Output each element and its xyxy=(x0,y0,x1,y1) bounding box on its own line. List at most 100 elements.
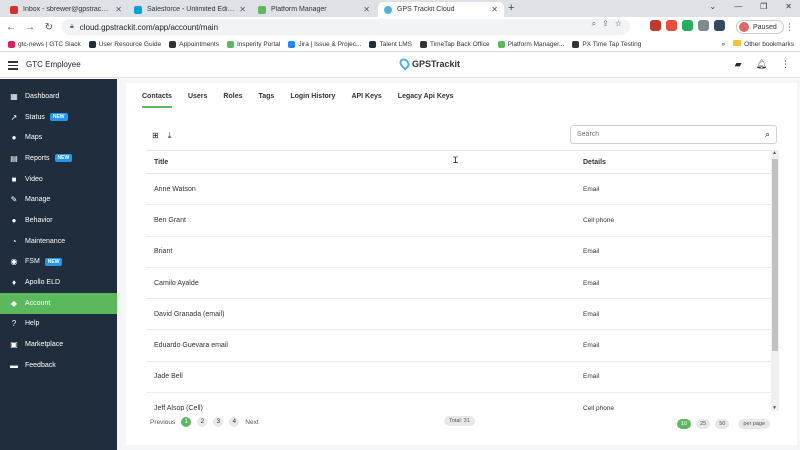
chevron-right-icon[interactable]: » xyxy=(722,41,726,48)
feedback-icon: ▬ xyxy=(10,360,18,370)
browser-tab-salesforce[interactable]: Salesforce - Unlimited Edition ✕ xyxy=(128,2,252,17)
scrollbar-thumb[interactable] xyxy=(772,159,778,351)
close-icon[interactable]: ✕ xyxy=(491,5,498,14)
sidebar-item-label: Manage xyxy=(25,196,51,204)
bookmark-item[interactable]: Appointments xyxy=(169,40,219,48)
sidebar-item-marketplace[interactable]: ▣ Marketplace xyxy=(0,334,117,355)
search-icon[interactable]: ⌕ xyxy=(592,19,596,29)
sidebar-item-behavior[interactable]: ● Behavior xyxy=(0,210,117,231)
bookmark-item[interactable]: Insperity Portal xyxy=(226,40,280,48)
page-button[interactable]: 4 xyxy=(229,417,240,427)
search-icon[interactable]: ⌕ xyxy=(765,129,770,140)
tab-api-keys[interactable]: API Keys xyxy=(351,93,381,108)
share-icon[interactable]: ⇪ xyxy=(602,19,609,29)
column-title[interactable]: Title xyxy=(146,159,583,166)
contact-details: Cell phone xyxy=(583,404,615,411)
sidebar-item-maps[interactable]: ● Maps xyxy=(0,127,117,148)
minimize-icon[interactable]: — xyxy=(734,2,742,11)
puzzle-icon[interactable] xyxy=(698,20,709,31)
bookmark-item[interactable]: TimeTap Back Office xyxy=(419,40,490,48)
tab-legacy-api-keys[interactable]: Legacy Api Keys xyxy=(398,93,454,108)
page-size-option[interactable]: 25 xyxy=(696,419,711,429)
sidebar-item-help[interactable]: ? Help xyxy=(0,314,117,335)
search-input[interactable] xyxy=(577,131,765,138)
sidebar-item-feedback[interactable]: ▬ Feedback xyxy=(0,355,117,376)
star-icon[interactable]: ☆ xyxy=(615,19,622,29)
sidebar-item-maintenance[interactable]: ◔ Maintenance xyxy=(0,231,117,252)
sidebar-item-dashboard[interactable]: ▦ Dashboard xyxy=(0,86,117,107)
table-row[interactable]: Anne Watson Email xyxy=(146,174,779,206)
bookmark-item[interactable]: PX Time Tap Testing xyxy=(572,40,641,48)
fsm-icon: ◉ xyxy=(10,257,18,267)
sidepanel-icon[interactable] xyxy=(714,20,725,31)
table-row[interactable]: Ben Grant Cell phone xyxy=(146,205,779,237)
url-field[interactable]: 🔒︎ cloud.gpstrackit.com/app/account/main… xyxy=(62,19,630,35)
column-details[interactable]: Details xyxy=(583,159,779,166)
sidebar-item-apollo-eld[interactable]: ♦ Apollo ELD xyxy=(0,272,117,293)
bookmark-item[interactable]: Jira | Issue & Projec... xyxy=(288,40,361,48)
chevron-down-icon[interactable]: ⌄ xyxy=(709,2,716,11)
table-row[interactable]: David Granada (email) Email xyxy=(146,299,779,331)
extension-icon[interactable] xyxy=(666,20,677,31)
close-icon[interactable]: ✕ xyxy=(363,5,370,14)
window-controls: ⌄ — ❐ ✕ xyxy=(709,2,792,11)
tab-contacts[interactable]: Contacts xyxy=(142,93,172,108)
sidebar-item-manage[interactable]: ✎ Manage xyxy=(0,189,117,210)
download-icon[interactable]: ⤓ xyxy=(168,131,172,141)
forward-icon[interactable]: → xyxy=(22,22,38,33)
bookmark-item[interactable]: Platform Manager... xyxy=(497,40,564,48)
table-row[interactable]: Jeff Alsop (Cell) Cell phone xyxy=(146,393,779,411)
profile-button[interactable]: Paused xyxy=(736,20,784,34)
close-icon[interactable]: ✕ xyxy=(239,5,246,14)
scrollbar[interactable]: ▲ ▼ xyxy=(771,150,779,411)
extension-icon[interactable] xyxy=(650,20,661,31)
sidebar-item-label: Video xyxy=(25,175,43,183)
header-actions: ▰ 🔔︎ ⋮ xyxy=(735,59,790,70)
page-button[interactable]: 3 xyxy=(213,417,224,427)
page-button[interactable]: 2 xyxy=(197,417,208,427)
scroll-up-icon[interactable]: ▲ xyxy=(772,150,777,156)
sidebar-item-status[interactable]: ↗ Status NEW xyxy=(0,107,117,128)
table-row[interactable]: Jade Bell Email xyxy=(146,362,779,394)
next-button[interactable]: Next xyxy=(245,419,258,426)
bookmark-item[interactable]: User Resource Guide xyxy=(88,40,161,48)
bookmark-item[interactable]: Talent LMS xyxy=(369,40,412,48)
more-icon[interactable]: ⋮ xyxy=(785,22,794,33)
browser-tab-gmail[interactable]: Inbox - sbrewer@gpstrackit.com ✕ xyxy=(4,2,128,17)
restore-icon[interactable]: ❐ xyxy=(760,2,767,11)
add-icon[interactable]: ⊞ xyxy=(152,131,159,141)
reload-icon[interactable]: ↻ xyxy=(41,22,57,33)
close-icon[interactable]: ✕ xyxy=(115,5,122,14)
page-size-option[interactable]: 10 xyxy=(677,419,692,429)
new-tab-button[interactable]: + xyxy=(508,2,514,14)
other-bookmarks[interactable]: Other bookmarks xyxy=(733,40,794,48)
bookmark-item[interactable]: gtc-news | GTC Slack xyxy=(8,40,81,48)
table-row[interactable]: Camilo Ayalde Email xyxy=(146,268,779,300)
table-row[interactable]: Eduardo Guevara email Email xyxy=(146,330,779,362)
page-size-option[interactable]: 50 xyxy=(715,419,730,429)
hamburger-menu-icon[interactable] xyxy=(8,61,18,72)
chat-icon[interactable]: ▰ xyxy=(735,59,742,70)
tab-roles[interactable]: Roles xyxy=(223,93,242,108)
previous-button[interactable]: Previous xyxy=(150,419,175,426)
bell-icon[interactable]: 🔔︎ xyxy=(756,59,767,70)
tab-users[interactable]: Users xyxy=(188,93,207,108)
close-icon[interactable]: ✕ xyxy=(785,2,792,11)
tab-login-history[interactable]: Login History xyxy=(290,93,335,108)
page-button[interactable]: 1 xyxy=(181,417,192,427)
more-vertical-icon[interactable]: ⋮ xyxy=(781,59,790,70)
new-badge: NEW xyxy=(44,257,63,266)
browser-tab-platform-manager[interactable]: Platform Manager ✕ xyxy=(252,2,376,17)
extensions xyxy=(650,20,725,31)
sidebar-item-fsm[interactable]: ◉ FSM NEW xyxy=(0,252,117,273)
tab-tags[interactable]: Tags xyxy=(258,93,274,108)
browser-tab-gps-trackit[interactable]: GPS Trackit Cloud ✕ xyxy=(378,2,504,17)
back-icon[interactable]: ← xyxy=(3,22,19,33)
table-row[interactable]: Briant Email xyxy=(146,237,779,268)
sidebar-item-account[interactable]: ◆ Account xyxy=(0,292,117,314)
sidebar-item-video[interactable]: ■ Video xyxy=(0,169,117,190)
logo: GPSTrackit xyxy=(397,56,460,71)
scroll-down-icon[interactable]: ▼ xyxy=(772,405,777,411)
sidebar-item-reports[interactable]: ▤ Reports NEW xyxy=(0,148,117,169)
extension-icon[interactable] xyxy=(682,20,693,31)
